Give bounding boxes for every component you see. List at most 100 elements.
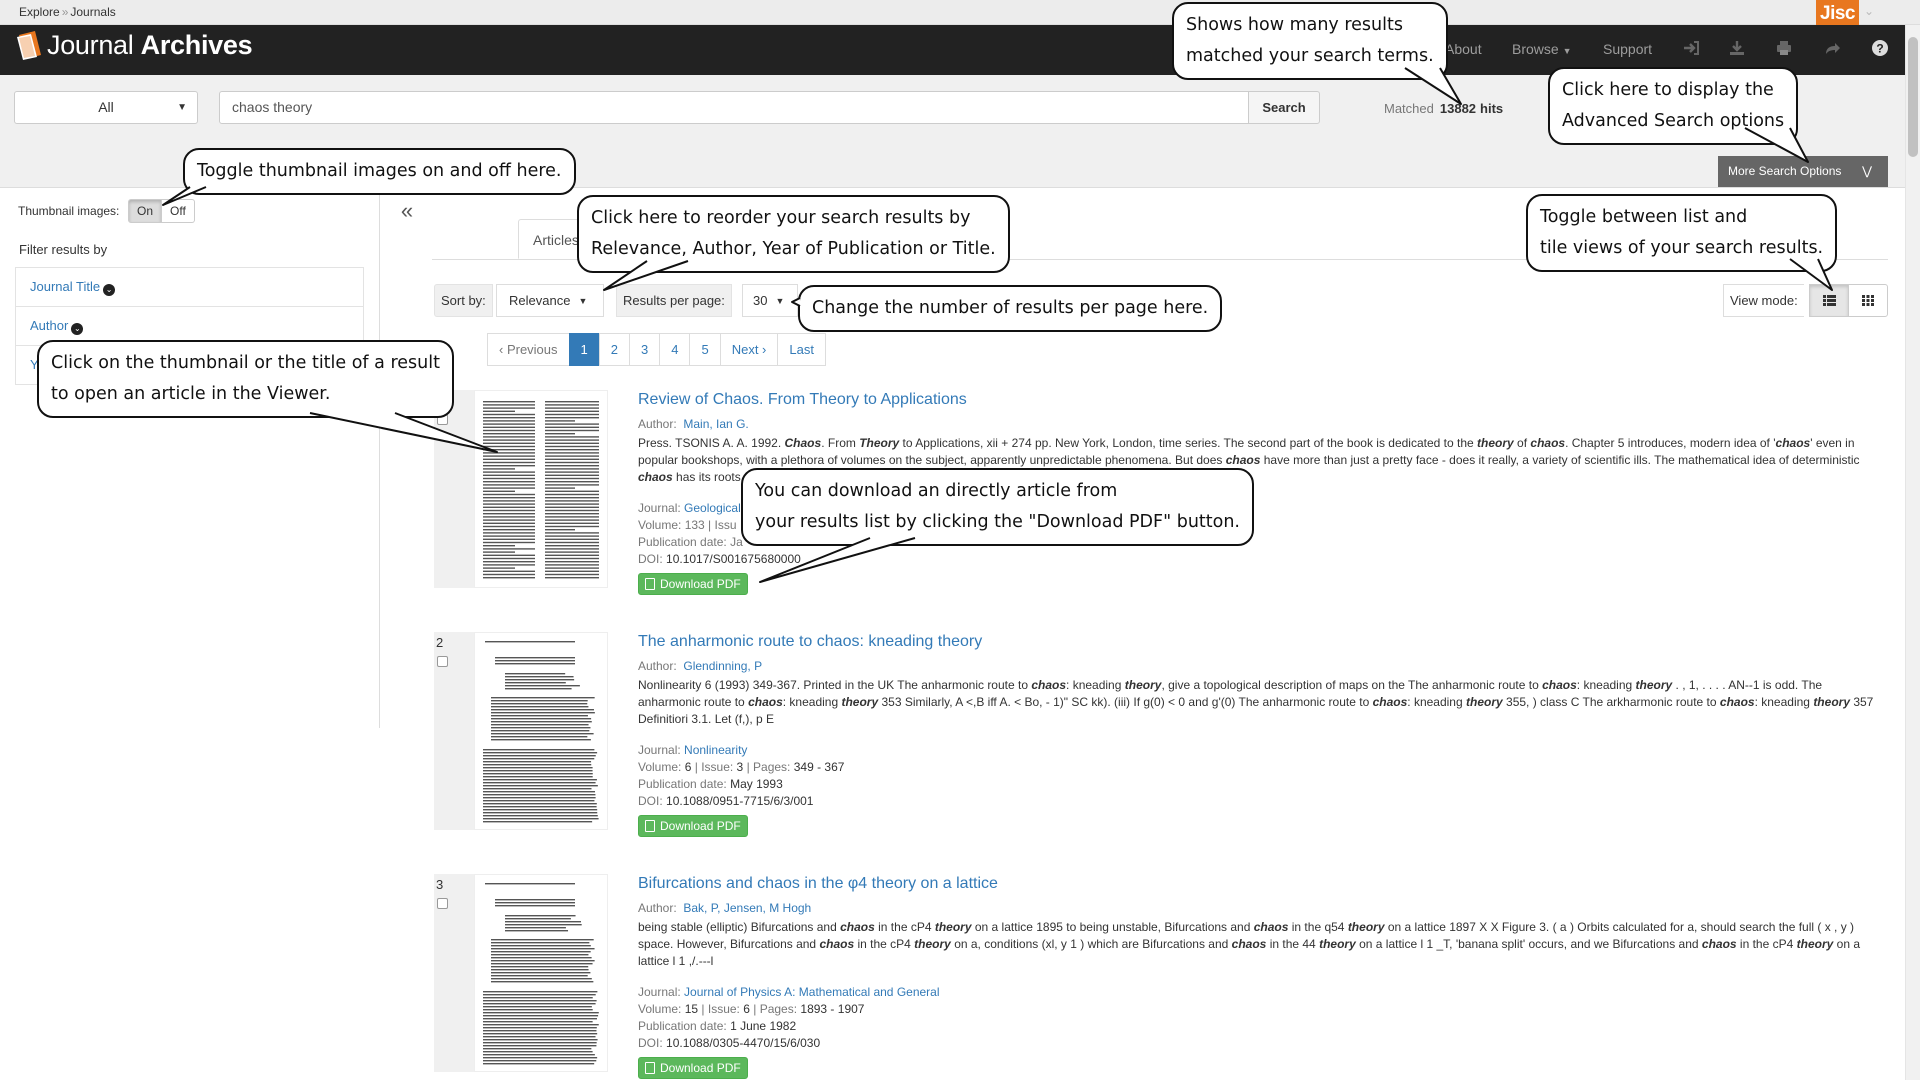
- thumbnail-text-line: [483, 815, 598, 817]
- share-icon[interactable]: [1821, 39, 1843, 59]
- search-button[interactable]: Search: [1248, 91, 1320, 124]
- thumbnail-text-line: [483, 497, 535, 499]
- thumbnail-text-line: [483, 449, 535, 451]
- download-pdf-button[interactable]: Download PDF: [638, 815, 748, 837]
- thumbnail-text-line: [483, 1036, 596, 1038]
- thumbnail-text-line: [545, 401, 599, 403]
- journal-link[interactable]: Geological: [684, 501, 741, 515]
- results-per-page-select[interactable]: 30 ▼: [742, 284, 798, 317]
- print-icon[interactable]: [1773, 39, 1795, 59]
- result-thumbnail[interactable]: [474, 390, 608, 588]
- jisc-logo[interactable]: Jisc: [1816, 0, 1859, 27]
- thumbnail-text-line: [505, 918, 571, 920]
- callout-line: Toggle between list and: [1540, 207, 1748, 227]
- breadcrumb-explore[interactable]: Explore: [19, 5, 60, 19]
- page-next[interactable]: Next ›: [719, 333, 779, 366]
- page-2[interactable]: 2: [598, 333, 630, 366]
- result-thumbnail[interactable]: [474, 874, 608, 1072]
- more-search-options-button[interactable]: More Search Options ⋁: [1718, 156, 1888, 187]
- pdf-icon: [645, 820, 655, 832]
- thumbnail-text-line: [483, 800, 595, 802]
- search-input[interactable]: chaos theory: [219, 91, 1249, 124]
- author-link[interactable]: Bak, P, Jensen, M Hogh: [683, 901, 811, 915]
- scope-select[interactable]: All ▼: [14, 91, 198, 124]
- scrollbar[interactable]: [1905, 25, 1920, 1080]
- page-1[interactable]: 1: [568, 333, 600, 366]
- collapse-sidebar-icon[interactable]: «: [382, 197, 432, 227]
- thumbnail-text-line: [483, 1027, 597, 1029]
- result-number-cell: 2: [434, 632, 474, 830]
- book-logo-icon[interactable]: [15, 29, 45, 61]
- author-label: Author:: [638, 417, 677, 431]
- facet-label[interactable]: Author: [30, 318, 68, 333]
- callout-hit-count: Shows how many results matched your sear…: [1172, 2, 1448, 80]
- sign-in-icon[interactable]: [1680, 39, 1702, 59]
- volume-label: Volume:: [638, 1002, 682, 1016]
- result-title[interactable]: Review of Chaos. From Theory to Applicat…: [638, 390, 1888, 410]
- callout-view-mode: Toggle between list and tile views of yo…: [1526, 194, 1838, 272]
- facet-label[interactable]: Journal Title: [30, 279, 100, 294]
- scrollbar-thumb[interactable]: [1908, 37, 1918, 157]
- svg-text:?: ?: [1876, 42, 1883, 56]
- facet-journal-title[interactable]: Journal Title ⌄: [15, 267, 364, 307]
- result-title[interactable]: The anharmonic route to chaos: kneading …: [638, 632, 1888, 652]
- thumbnails-on-button[interactable]: On: [128, 199, 163, 223]
- journal-link[interactable]: Nonlinearity: [684, 743, 747, 757]
- thumbnails-off-button[interactable]: Off: [162, 199, 195, 223]
- author-link[interactable]: Glendinning, P: [683, 659, 762, 673]
- thumbnail-text-line: [505, 676, 574, 678]
- thumbnail-text-line: [483, 994, 596, 996]
- journal-link[interactable]: Journal of Physics A: Mathematical and G…: [684, 985, 939, 999]
- brand-title[interactable]: Journal Archives: [47, 30, 253, 61]
- thumbnail-text-line: [483, 471, 535, 473]
- nav-about[interactable]: About: [1445, 41, 1482, 57]
- volume-line: Volume: 15 | Issue: 6 | Pages: 1893 - 19…: [638, 1002, 865, 1016]
- callout-line: tile views of your search results.: [1540, 238, 1824, 258]
- select-checkbox[interactable]: [437, 656, 448, 667]
- sort-value: Relevance: [509, 293, 571, 308]
- thumbnail-text-line: [483, 1024, 599, 1026]
- thumbnail-text-line: [545, 436, 599, 438]
- download-pdf-button[interactable]: Download PDF: [638, 573, 748, 595]
- thumbnail-text-line: [545, 557, 599, 560]
- thumbnail-text-line: [545, 561, 599, 563]
- author-link[interactable]: Main, Ian G.: [683, 417, 748, 431]
- result-snippet: Nonlinearity 6 (1993) 349-367. Printed i…: [638, 678, 1874, 726]
- callout-line: You can download an directly article fro…: [755, 481, 1118, 501]
- page-3[interactable]: 3: [629, 333, 661, 366]
- result-title[interactable]: Bifurcations and chaos in the φ4 theory …: [638, 874, 1888, 894]
- hits-label: hits: [1480, 101, 1504, 116]
- sort-select[interactable]: Relevance ▼: [496, 284, 604, 317]
- thumbnail-text-line: [545, 461, 599, 464]
- nav-support[interactable]: Support: [1603, 41, 1652, 57]
- thumbnail-text-line: [495, 905, 575, 907]
- doi-line: DOI: 10.1088/0951-7715/6/3/001: [638, 793, 1888, 810]
- download-icon[interactable]: [1726, 39, 1748, 59]
- help-icon[interactable]: ?: [1869, 39, 1891, 59]
- page-5[interactable]: 5: [689, 333, 721, 366]
- thumbnail-text-line: [545, 468, 599, 470]
- thumbnail-text-line: [483, 797, 596, 799]
- chevron-down-icon[interactable]: ⌄: [1864, 4, 1874, 18]
- nav-browse[interactable]: Browse ▼: [1512, 41, 1572, 57]
- page-last[interactable]: Last: [777, 333, 826, 366]
- pages-label: Pages:: [753, 760, 791, 774]
- page-previous[interactable]: ‹ Previous: [487, 333, 570, 366]
- journal-line: Journal: Journal of Physics A: Mathemati…: [638, 984, 1888, 1001]
- date-value: May 1993: [730, 777, 783, 791]
- breadcrumb-journals[interactable]: Journals: [70, 5, 115, 19]
- tile-view-button[interactable]: [1848, 284, 1888, 317]
- thumbnail-text-line: [495, 657, 575, 659]
- callout-line: your results list by clicking the "Downl…: [755, 512, 1240, 532]
- list-view-button[interactable]: [1809, 284, 1849, 317]
- select-checkbox[interactable]: [437, 898, 448, 909]
- thumbnail-text-line: [505, 915, 576, 917]
- grid-view-icon: [1862, 295, 1874, 306]
- thumbnail-text-line: [483, 818, 599, 820]
- filter-title: Filter results by: [19, 242, 108, 257]
- thumbnail-text-line: [545, 551, 599, 553]
- hit-count: 13882: [1439, 101, 1477, 116]
- download-pdf-button[interactable]: Download PDF: [638, 1057, 748, 1079]
- result-thumbnail[interactable]: [474, 632, 608, 830]
- page-4[interactable]: 4: [659, 333, 691, 366]
